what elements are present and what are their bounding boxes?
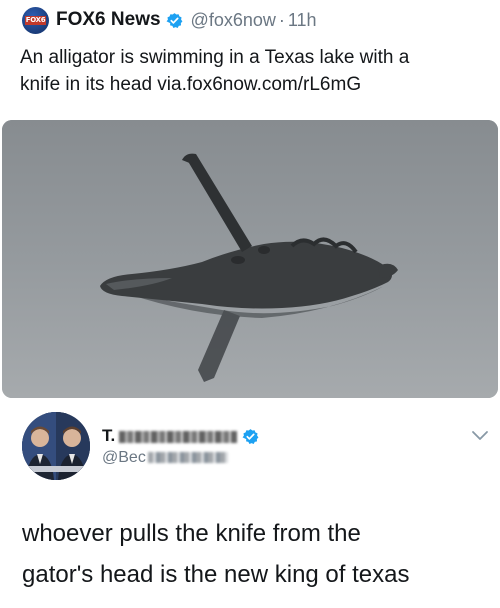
quoted-tweet-header: FOX6 FOX6 News @fox6now · 11h	[22, 6, 317, 34]
quoted-timestamp[interactable]: 11h	[288, 10, 317, 31]
chevron-down-icon[interactable]	[470, 428, 490, 442]
two-men-avatar-image	[22, 412, 90, 480]
reply-text-line-1: whoever pulls the knife from the	[22, 520, 361, 547]
quoted-account-name[interactable]: FOX6 News	[56, 9, 161, 31]
reply-handle-visible: @Bec	[102, 449, 146, 466]
reply-tweet-text: whoever pulls the knife from the gator's…	[22, 513, 492, 595]
verified-badge-icon	[166, 12, 182, 28]
reply-text-line-2: gator's head is the new king of texas	[22, 561, 410, 588]
reply-account-name[interactable]: T.	[102, 426, 238, 446]
reply-handle-obscured	[147, 452, 228, 464]
reply-handle[interactable]: @Bec	[102, 449, 228, 467]
alligator-illustration	[2, 120, 498, 398]
reply-name-row: T.	[102, 425, 259, 447]
quoted-text-line-2[interactable]: knife in its head via.fox6now.com/rL6mG	[20, 74, 361, 95]
fox6-logo: FOX6	[24, 15, 47, 25]
fox6-avatar[interactable]: FOX6	[22, 6, 49, 34]
quoted-text-line-1: An alligator is swimming in a Texas lake…	[20, 47, 410, 68]
verified-badge-icon	[242, 428, 259, 444]
reply-name-obscured	[119, 430, 238, 443]
reply-avatar[interactable]	[22, 412, 90, 480]
quoted-tweet-card[interactable]: FOX6 FOX6 News @fox6now · 11h An alligat…	[0, 0, 500, 400]
quoted-handle[interactable]: @fox6now	[191, 10, 276, 31]
separator-dot: ·	[278, 9, 285, 30]
quoted-tweet-text: An alligator is swimming in a Texas lake…	[20, 44, 490, 98]
reply-name-visible: T.	[102, 426, 116, 445]
alligator-photo[interactable]	[2, 120, 498, 398]
